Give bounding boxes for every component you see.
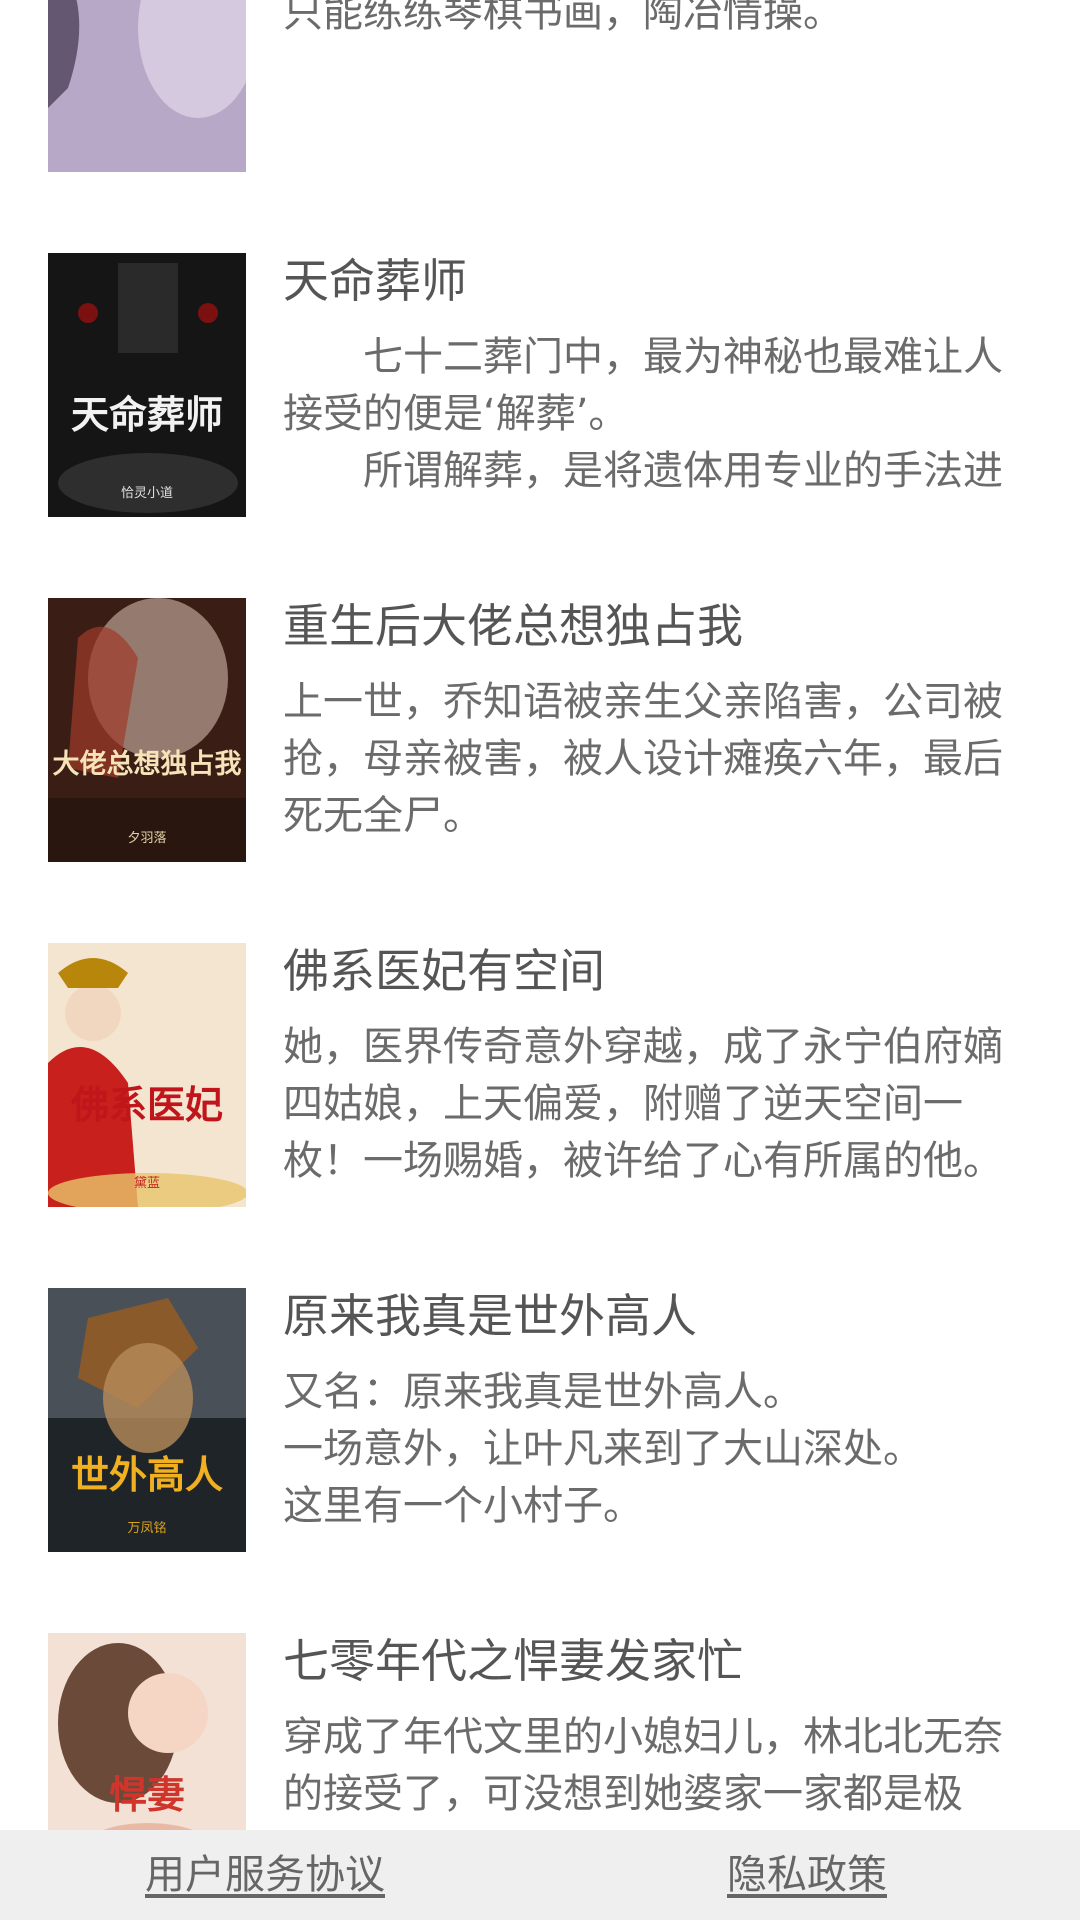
- book-cover[interactable]: 大佬总想独占我夕羽落: [48, 598, 246, 862]
- cover-art: 天命葬师恰灵小道: [48, 253, 246, 517]
- book-item[interactable]: 天命葬师 恰灵小道 天命葬师 七十二葬门中，最为神秘也最难让人 接受的便是‘解葬’。 …: [0, 253, 1080, 517]
- cover-author-text: 夕羽落: [127, 831, 166, 846]
- book-cover[interactable]: 佛系医妃 黛蓝: [48, 943, 246, 1207]
- book-description-line: 的接受了，可没想到她婆家一家都是极: [283, 1771, 963, 1817]
- book-description-line: 接受的便是‘解葬’。: [283, 391, 629, 437]
- book-info: 天命葬师 七十二葬门中，最为神秘也最难让人 接受的便是‘解葬’。 所谓解葬，是将遗…: [283, 253, 1040, 500]
- book-description-line: 枚！一场赐婚，被许给了心有所属的他。: [283, 1138, 1003, 1184]
- cover-author-text: 黛蓝: [134, 1176, 160, 1191]
- cover-author-text: 万凤铭: [127, 1521, 166, 1536]
- book-title[interactable]: 七零年代之悍妻发家忙: [283, 1633, 1040, 1689]
- book-description: 她，医界传奇意外穿越，成了永宁伯府嫡 四姑娘，上天偏爱，附赠了逆天空间一 枚！一场赐…: [283, 1019, 1040, 1190]
- book-info: 佛系医妃有空间她，医界传奇意外穿越，成了永宁伯府嫡 四姑娘，上天偏爱，附赠了逆天空…: [283, 943, 1040, 1190]
- book-description-line: 她，医界传奇意外穿越，成了永宁伯府嫡: [283, 1024, 1003, 1070]
- user-agreement-link[interactable]: 用户服务协议: [145, 1830, 385, 1920]
- book-description-line: 死无全尸。: [283, 793, 483, 839]
- cover-title-text: 大佬总想独占我: [53, 749, 242, 780]
- book-description-line: 所谓解葬，是将遗体用专业的手法进: [283, 448, 1003, 494]
- book-info: 重生后大佬总想独占我上一世，乔知语被亲生父亲陷害，公司被 抢，母亲被害，被人设计瘫…: [283, 598, 1040, 845]
- book-cover[interactable]: 天命葬师 恰灵小道: [48, 253, 246, 517]
- book-item[interactable]: 世外高人 万凤铭 原来我真是世外高人 又名：原来我真是世外高人。 一场意外，让叶凡来到了…: [0, 1288, 1080, 1552]
- book-title[interactable]: 重生后大佬总想独占我: [283, 598, 1040, 654]
- book-description-line: 只能练练琴棋书画，陶冶情操。: [283, 0, 843, 36]
- book-title[interactable]: 原来我真是世外高人: [283, 1288, 1040, 1344]
- book-cover[interactable]: 世外高人 万凤铭: [48, 1288, 246, 1552]
- cover-art: 大佬总想独占我夕羽落: [48, 598, 246, 862]
- book-description-line: 抢，母亲被害，被人设计瘫痪六年，最后: [283, 736, 1003, 782]
- cover-title-text: 世外高人: [71, 1452, 223, 1497]
- book-description-line: 一场意外，让叶凡来到了大山深处。: [283, 1426, 923, 1472]
- cover-title-text: 天命葬师: [71, 392, 223, 437]
- book-description: 上一世，乔知语被亲生父亲陷害，公司被 抢，母亲被害，被人设计瘫痪六年，最后 死无全尸…: [283, 674, 1040, 845]
- cover-art: 佛系医妃黛蓝: [48, 943, 246, 1207]
- book-cover[interactable]: [48, 0, 246, 172]
- book-description-line: 四姑娘，上天偏爱，附赠了逆天空间一: [283, 1081, 963, 1127]
- book-item[interactable]: 的系统。只能练练琴棋书画，陶冶情操。: [0, 0, 1080, 172]
- book-info: 七零年代之悍妻发家忙穿成了年代文里的小媳妇儿，林北北无奈 的接受了，可没想到她婆家…: [283, 1633, 1040, 1823]
- privacy-policy-link[interactable]: 隐私政策: [727, 1830, 887, 1920]
- book-info: 的系统。只能练练琴棋书画，陶冶情操。: [283, 0, 1040, 42]
- book-title[interactable]: 天命葬师: [283, 253, 1040, 309]
- book-description-line: 七十二葬门中，最为神秘也最难让人: [283, 334, 1003, 380]
- cover-art: 世外高人万凤铭: [48, 1288, 246, 1552]
- book-description-line: 这里有一个小村子。: [283, 1483, 643, 1529]
- cover-art: [48, 0, 246, 172]
- app-screen: 的系统。只能练练琴棋书画，陶冶情操。天命葬师恰灵小道天命葬师 七十二葬门中，最为…: [0, 0, 1080, 1920]
- book-description: 又名：原来我真是世外高人。一场意外，让叶凡来到了大山深处。 这里有一个小村子。: [283, 1364, 1040, 1535]
- book-item[interactable]: 大佬总想独占我 夕羽落 重生后大佬总想独占我 上一世，乔知语被亲生父亲陷害，公司被 抢，…: [0, 598, 1080, 862]
- book-description: 的系统。只能练练琴棋书画，陶冶情操。: [283, 0, 1040, 42]
- book-item[interactable]: 佛系医妃 黛蓝 佛系医妃有空间 她，医界传奇意外穿越，成了永宁伯府嫡 四姑娘，上天偏爱，…: [0, 943, 1080, 1207]
- cover-author-text: 恰灵小道: [121, 486, 173, 501]
- footer-bar: 用户服务协议 隐私政策: [0, 1830, 1080, 1920]
- book-description: 穿成了年代文里的小媳妇儿，林北北无奈 的接受了，可没想到她婆家一家都是极: [283, 1709, 1040, 1823]
- book-description-line: 上一世，乔知语被亲生父亲陷害，公司被: [283, 679, 1003, 725]
- book-info: 原来我真是世外高人又名：原来我真是世外高人。一场意外，让叶凡来到了大山深处。 这里…: [283, 1288, 1040, 1535]
- book-title[interactable]: 佛系医妃有空间: [283, 943, 1040, 999]
- book-description-line: 又名：原来我真是世外高人。: [283, 1369, 803, 1415]
- cover-title-text: 悍妻: [109, 1772, 185, 1817]
- book-description-line: 穿成了年代文里的小媳妇儿，林北北无奈: [283, 1714, 1003, 1760]
- book-description: 七十二葬门中，最为神秘也最难让人 接受的便是‘解葬’。 所谓解葬，是将遗体用专业的…: [283, 329, 1040, 500]
- cover-title-text: 佛系医妃: [70, 1082, 223, 1127]
